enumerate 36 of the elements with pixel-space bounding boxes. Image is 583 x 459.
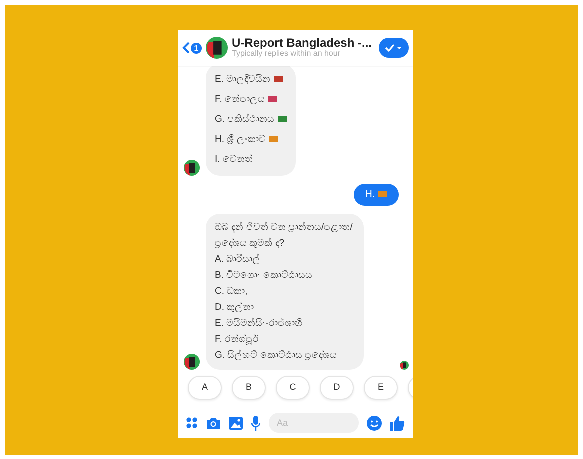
message-text: H. ශ්‍රී ලංකාව: [215, 134, 266, 145]
status-button[interactable]: [379, 38, 409, 58]
emoji-icon[interactable]: [367, 416, 382, 430]
message-text: ඔබ දැන් ජීවත් වන ප්‍රාන්තය/පළාත/ප්‍රදේශය කුමක් ද?: [215, 222, 353, 249]
camera-icon[interactable]: [206, 416, 221, 430]
message-text: G. පකිස්ථානය: [215, 114, 275, 125]
message-text: E. මයිමන්සිං-රාජ්ශාහි: [215, 318, 303, 329]
read-receipt-icon: [400, 361, 409, 370]
thumbs-up-icon[interactable]: [390, 416, 405, 430]
quick-reply-button[interactable]: A: [188, 376, 222, 400]
notification-badge: 1: [191, 42, 202, 54]
quick-reply-button[interactable]: B: [232, 376, 266, 400]
message-text: C. ඩකා,: [215, 286, 248, 297]
avatar-icon: [184, 354, 200, 370]
check-icon: [385, 43, 403, 53]
message-text: D. කුල්නා: [215, 302, 254, 313]
image-icon[interactable]: [229, 416, 243, 430]
chat-title: U-Report Bangladesh -...: [232, 37, 372, 50]
message-text: E. මාලදිවයින: [215, 74, 271, 85]
message-text: H.: [366, 189, 375, 200]
profile-avatar-icon: [206, 37, 228, 59]
message-text: F. රන්ග්පූර්: [215, 334, 260, 345]
microphone-icon[interactable]: [251, 416, 261, 430]
message-text: I. වෙනත්: [215, 154, 253, 165]
message-text: F. නේපාලය: [215, 94, 266, 105]
chat-subtitle: Typically replies within an hour: [232, 50, 340, 59]
message-text: B. චිටගොං කොට්ඨාසය: [215, 270, 312, 281]
message-text: G. සිල්හට් කොට්ඨාස ප්‍රදේශය: [215, 350, 337, 361]
quick-reply-button[interactable]: D: [320, 376, 354, 400]
avatar-icon: [184, 160, 200, 176]
message-text: A. බාරිසාල්: [215, 254, 261, 265]
quick-reply-button[interactable]: E: [364, 376, 398, 400]
back-button[interactable]: 1: [182, 42, 202, 54]
apps-icon[interactable]: [186, 417, 198, 429]
quick-reply-button[interactable]: C: [276, 376, 310, 400]
back-icon: [182, 42, 190, 54]
